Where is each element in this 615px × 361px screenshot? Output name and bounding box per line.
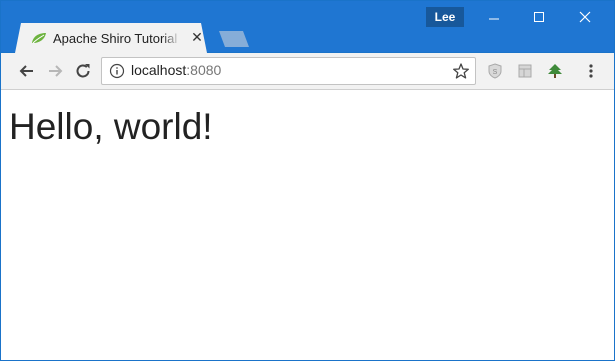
- info-icon[interactable]: [109, 63, 125, 79]
- layout-extension-icon[interactable]: [515, 61, 535, 81]
- maximize-icon[interactable]: [524, 5, 554, 31]
- reload-icon[interactable]: [73, 61, 93, 81]
- forward-arrow-icon[interactable]: [45, 61, 65, 81]
- shield-extension-icon[interactable]: S: [485, 61, 505, 81]
- toolbar: localhost:8080 S: [1, 53, 614, 90]
- new-tab-button[interactable]: [219, 31, 249, 47]
- minimize-icon[interactable]: [479, 5, 509, 31]
- title-bar: Apache Shiro Tutorial Webapp ✕ Lee: [1, 1, 614, 53]
- tab-title: Apache Shiro Tutorial Webapp: [53, 31, 181, 46]
- tab-close-icon[interactable]: ✕: [190, 30, 204, 44]
- browser-window: Apache Shiro Tutorial Webapp ✕ Lee: [0, 0, 615, 361]
- star-icon[interactable]: [452, 62, 470, 80]
- address-bar[interactable]: localhost:8080: [101, 57, 476, 85]
- menu-dots-icon[interactable]: [581, 61, 601, 81]
- url-text[interactable]: localhost:8080: [131, 62, 221, 78]
- tab-apache-shiro-tutorial[interactable]: Apache Shiro Tutorial Webapp ✕: [15, 23, 207, 53]
- spring-leaf-icon: [32, 33, 46, 44]
- back-arrow-icon[interactable]: [17, 61, 37, 81]
- url-port: :8080: [186, 62, 222, 78]
- page-content: Hello, world!: [1, 90, 614, 360]
- page-heading: Hello, world!: [9, 106, 213, 147]
- url-host: localhost: [131, 62, 187, 78]
- svg-text:S: S: [493, 69, 498, 76]
- close-icon[interactable]: [570, 5, 600, 31]
- tree-extension-icon[interactable]: [545, 61, 565, 81]
- profile-button[interactable]: Lee: [426, 7, 464, 27]
